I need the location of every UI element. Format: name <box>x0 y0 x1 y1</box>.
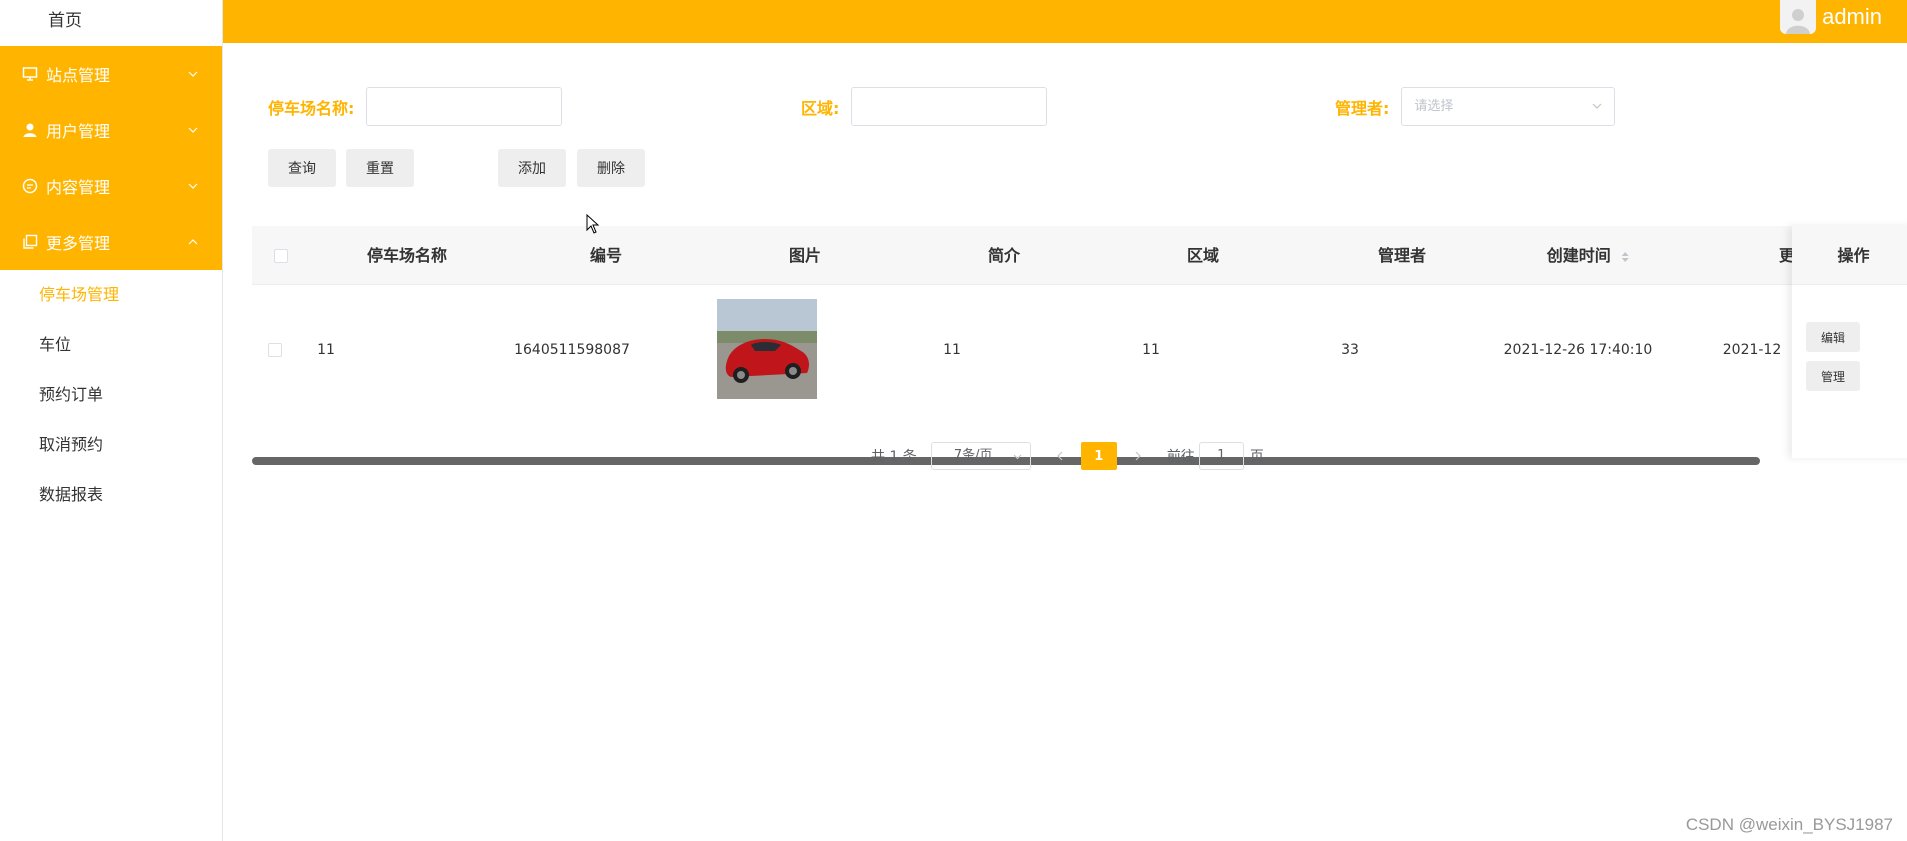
manager-label: 管理者: <box>1335 98 1390 118</box>
sidebar-item-label: 用户管理 <box>46 122 111 141</box>
sidebar-item-home[interactable]: 首页 <box>0 0 222 46</box>
avatar-placeholder-icon <box>1786 9 1811 34</box>
form-item-manager: 管理者: 请选择 <box>1335 87 1616 126</box>
add-button[interactable]: 添加 <box>498 149 566 187</box>
goto-page-input[interactable]: 1 <box>1198 442 1244 470</box>
chat-icon <box>22 178 38 194</box>
sidebar-item-label: 更多管理 <box>46 234 111 253</box>
submenu-more-management: 停车场管理 车位 预约订单 取消预约 数据报表 <box>0 270 222 520</box>
manager-select[interactable]: 请选择 <box>1401 87 1616 126</box>
prev-page-icon[interactable] <box>1053 451 1067 461</box>
table-row: 11 1640511598087 11 11 33 2021-12-26 17:… <box>252 285 1907 415</box>
chevron-down-icon <box>186 179 200 193</box>
chevron-down-icon <box>1592 103 1602 109</box>
sidebar-item-user-management[interactable]: 用户管理 <box>0 102 222 158</box>
sidebar-item-label: 内容管理 <box>46 178 111 197</box>
delete-button[interactable]: 删除 <box>577 149 645 187</box>
main-content: 停车场名称: 区域: 管理者: 请选择 查询 重置 添加 删除 停车场名称 编号… <box>223 43 1907 841</box>
goto-prefix: 前往 <box>1166 449 1195 465</box>
sidebar-item-parking-space[interactable]: 车位 <box>0 320 222 370</box>
form-item-name: 停车场名称: <box>268 87 563 126</box>
column-header-image: 图片 <box>788 246 822 265</box>
cell-created: 2021-12-26 17:40:10 <box>1503 342 1653 358</box>
copy-icon <box>22 234 38 250</box>
sort-icon[interactable] <box>1620 251 1629 263</box>
manager-select-placeholder: 请选择 <box>1414 99 1454 114</box>
column-header-name: 停车场名称 <box>366 246 448 265</box>
goto-suffix: 页 <box>1249 449 1264 465</box>
sidebar-item-content-management[interactable]: 内容管理 <box>0 158 222 214</box>
chevron-down-icon <box>1013 454 1022 460</box>
car-photo-icon <box>717 299 817 399</box>
sidebar-item-parking-lot[interactable]: 停车场管理 <box>0 270 222 320</box>
pagination: 共 1 条 7条/页 1 前往 1 页 <box>871 441 1264 471</box>
cell-area: 11 <box>1142 342 1160 358</box>
column-header-intro: 简介 <box>987 246 1021 265</box>
chevron-down-icon <box>186 123 200 137</box>
watermark: CSDN @weixin_BYSJ1987 <box>1685 815 1893 834</box>
column-header-actions: 操作 <box>1792 226 1907 285</box>
page-number-current[interactable]: 1 <box>1080 442 1117 470</box>
next-page-icon[interactable] <box>1131 451 1145 461</box>
form-item-area: 区域: <box>801 87 1048 126</box>
manage-button[interactable]: 管理 <box>1806 361 1860 391</box>
parking-name-input[interactable] <box>366 87 563 126</box>
user-menu[interactable]: admin <box>1780 0 1882 34</box>
row-checkbox[interactable] <box>268 343 282 357</box>
car-image <box>717 299 817 399</box>
query-button[interactable]: 查询 <box>268 149 336 187</box>
column-header-area: 区域 <box>1186 246 1220 265</box>
chevron-down-icon <box>186 67 200 81</box>
sidebar-item-cancel-reservation[interactable]: 取消预约 <box>0 420 222 470</box>
sidebar-item-label: 站点管理 <box>46 66 111 85</box>
sidebar: 首页 站点管理 用户管理 内容管理 更多管理 停车场管理 车位 预约订单 取消预… <box>0 0 223 841</box>
sidebar-item-reservation-orders[interactable]: 预约订单 <box>0 370 222 420</box>
fixed-action-column: 操作 编辑 管理 <box>1792 226 1907 458</box>
sidebar-item-data-report[interactable]: 数据报表 <box>0 470 222 520</box>
select-all-checkbox[interactable] <box>274 249 288 263</box>
pagination-total: 共 1 条 <box>871 449 917 465</box>
cell-intro: 11 <box>943 342 961 358</box>
area-input[interactable] <box>851 87 1048 126</box>
area-label: 区域: <box>801 98 840 118</box>
cell-code: 1640511598087 <box>514 342 630 358</box>
user-icon <box>22 122 38 138</box>
avatar <box>1780 0 1817 34</box>
reset-button[interactable]: 重置 <box>346 149 414 187</box>
page-size-select[interactable]: 7条/页 <box>930 442 1031 470</box>
monitor-icon <box>22 66 38 82</box>
page-size-value: 7条/页 <box>953 448 993 463</box>
name-label: 停车场名称: <box>268 98 355 118</box>
created-header-label: 创建时间 <box>1546 246 1611 265</box>
chevron-up-icon <box>186 235 200 249</box>
mouse-cursor-icon <box>586 214 600 234</box>
table-header: 停车场名称 编号 图片 简介 区域 管理者 创建时间 更 <box>252 226 1907 285</box>
cell-updated: 2021-12 <box>1722 342 1782 358</box>
edit-button[interactable]: 编辑 <box>1806 322 1860 352</box>
cell-name: 11 <box>317 342 335 358</box>
username: admin <box>1822 4 1882 29</box>
column-header-code: 编号 <box>589 246 623 265</box>
sidebar-item-site-management[interactable]: 站点管理 <box>0 46 222 102</box>
cell-manager: 33 <box>1341 342 1359 358</box>
top-header: admin <box>223 0 1907 43</box>
sidebar-menu-group: 站点管理 用户管理 内容管理 更多管理 <box>0 46 222 270</box>
column-header-created[interactable]: 创建时间 <box>1547 226 1630 285</box>
sidebar-item-more-management[interactable]: 更多管理 <box>0 214 222 270</box>
column-header-manager: 管理者 <box>1377 246 1427 265</box>
